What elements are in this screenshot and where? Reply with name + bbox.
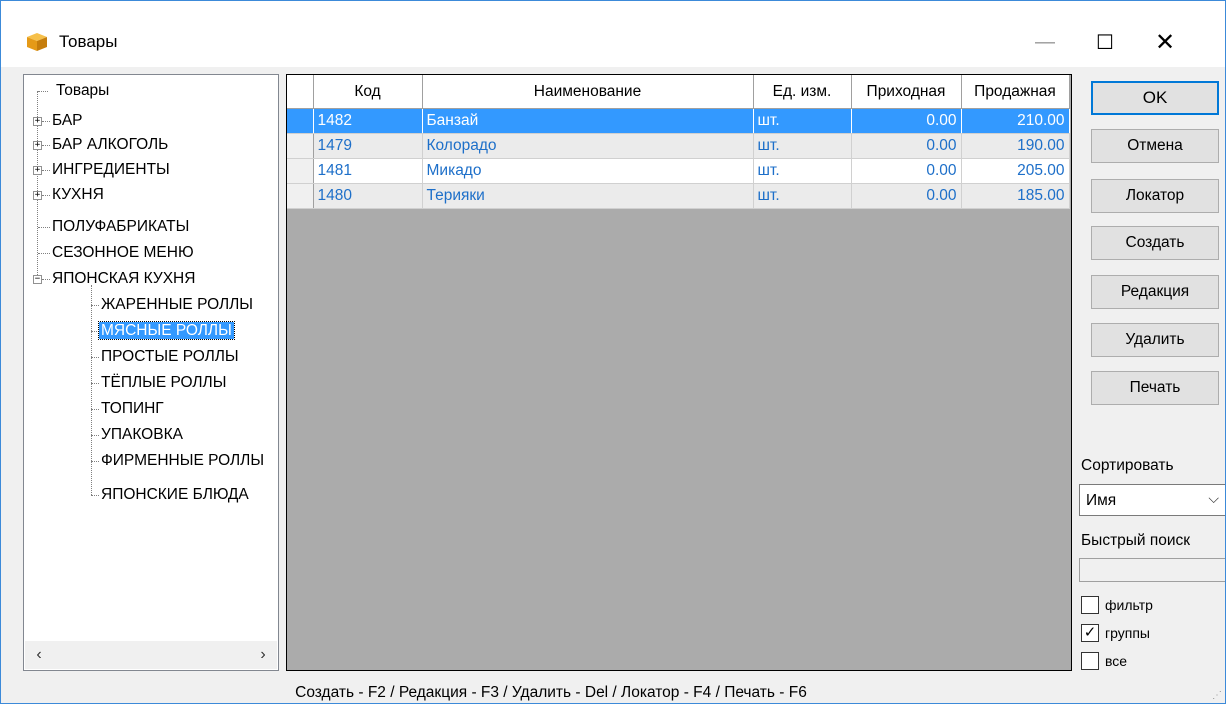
filter-checkbox-label: фильтр <box>1105 597 1153 613</box>
create-button[interactable]: Создать <box>1091 226 1219 260</box>
sort-label: Сортировать <box>1081 457 1174 474</box>
column-header-code[interactable]: Код <box>313 75 423 109</box>
cell-sale-price[interactable]: 210.00 <box>961 108 1070 134</box>
table-row[interactable]: 1482 Банзай шт. 0.00 210.00 <box>287 108 1070 134</box>
cell-in-price[interactable]: 0.00 <box>851 158 962 184</box>
row-selector[interactable] <box>287 158 314 184</box>
cell-in-price[interactable]: 0.00 <box>851 133 962 159</box>
row-selector[interactable] <box>287 108 314 134</box>
tree-horizontal-scrollbar[interactable]: ‹ › <box>25 641 277 669</box>
products-window: Товары — ☐ ✕ Товары + БАР + БАР АЛКОГОЛЬ… <box>0 0 1226 704</box>
tree-item-japanese-dishes[interactable]: ЯПОНСКИЕ БЛЮДА <box>99 483 251 507</box>
column-header-unit[interactable]: Ед. изм. <box>753 75 852 109</box>
tree-item-ingredients[interactable]: ИНГРЕДИЕНТЫ <box>50 158 172 182</box>
tree-item-japanese-kitchen[interactable]: ЯПОНСКАЯ КУХНЯ <box>50 267 197 291</box>
tree-item-fried-rolls[interactable]: ЖАРЕННЫЕ РОЛЛЫ <box>99 293 255 317</box>
tree-item-signature-rolls[interactable]: ФИРМЕННЫЕ РОЛЛЫ <box>99 449 266 473</box>
collapse-icon[interactable]: − <box>33 275 42 284</box>
groups-checkbox-label: группы <box>1105 625 1150 641</box>
tree-item-meat-rolls[interactable]: МЯСНЫЕ РОЛЛЫ <box>98 319 235 343</box>
expand-icon[interactable]: + <box>33 191 42 200</box>
tree-item-simple-rolls[interactable]: ПРОСТЫЕ РОЛЛЫ <box>99 345 241 369</box>
expand-icon[interactable]: + <box>33 141 42 150</box>
title-bar: Товары — ☐ ✕ <box>1 1 1225 67</box>
cell-name[interactable]: Микадо <box>422 158 754 184</box>
category-tree[interactable]: Товары + БАР + БАР АЛКОГОЛЬ + ИНГРЕДИЕНТ… <box>23 74 279 671</box>
tree-item-packaging[interactable]: УПАКОВКА <box>99 423 185 447</box>
cell-in-price[interactable]: 0.00 <box>851 108 962 134</box>
expand-icon[interactable]: + <box>33 166 42 175</box>
tree-root[interactable]: Товары <box>54 79 111 103</box>
tree-item-warm-rolls[interactable]: ТЁПЛЫЕ РОЛЛЫ <box>99 371 228 395</box>
cell-name[interactable]: Банзай <box>422 108 754 134</box>
scroll-right-icon[interactable]: › <box>251 643 275 667</box>
groups-checkbox[interactable]: ✓ <box>1081 624 1099 642</box>
cell-code[interactable]: 1481 <box>313 158 423 184</box>
chevron-down-icon[interactable]: ⌵ <box>1208 490 1219 507</box>
print-button[interactable]: Печать <box>1091 371 1219 405</box>
cell-sale-price[interactable]: 185.00 <box>961 183 1070 209</box>
cell-unit[interactable]: шт. <box>753 133 852 159</box>
cell-code[interactable]: 1482 <box>313 108 423 134</box>
expand-icon[interactable]: + <box>33 117 42 126</box>
filter-checkbox[interactable] <box>1081 596 1099 614</box>
tree-item-seasonal-menu[interactable]: СЕЗОННОЕ МЕНЮ <box>50 241 196 265</box>
cell-name[interactable]: Колорадо <box>422 133 754 159</box>
tree-item-kitchen[interactable]: КУХНЯ <box>50 183 106 207</box>
grid-header-row: Код Наименование Ед. изм. Приходная Прод… <box>287 75 1070 109</box>
row-header-corner <box>287 75 314 109</box>
close-button[interactable]: ✕ <box>1141 19 1189 65</box>
box-icon <box>27 33 47 51</box>
maximize-button[interactable]: ☐ <box>1081 19 1129 65</box>
quick-search-label: Быстрый поиск <box>1081 532 1191 549</box>
cell-in-price[interactable]: 0.00 <box>851 183 962 209</box>
locator-button[interactable]: Локатор <box>1091 179 1219 213</box>
cell-unit[interactable]: шт. <box>753 183 852 209</box>
cell-code[interactable]: 1479 <box>313 133 423 159</box>
all-checkbox[interactable] <box>1081 652 1099 670</box>
resize-grip-icon[interactable]: ⋰ <box>1212 690 1222 701</box>
tree-item-bar[interactable]: БАР <box>50 109 85 133</box>
delete-button[interactable]: Удалить <box>1091 323 1219 357</box>
column-header-name[interactable]: Наименование <box>422 75 754 109</box>
cell-name[interactable]: Терияки <box>422 183 754 209</box>
quick-search-input[interactable] <box>1079 558 1225 582</box>
tree-item-bar-alcohol[interactable]: БАР АЛКОГОЛЬ <box>50 133 170 157</box>
sort-select[interactable]: Имя ⌵ <box>1079 484 1225 516</box>
status-bar-hotkeys: Создать - F2 / Редакция - F3 / Удалить -… <box>295 684 807 701</box>
sort-selected-value: Имя <box>1086 492 1117 509</box>
cancel-button[interactable]: Отмена <box>1091 129 1219 163</box>
cell-sale-price[interactable]: 190.00 <box>961 133 1070 159</box>
cell-unit[interactable]: шт. <box>753 108 852 134</box>
table-row[interactable]: 1481 Микадо шт. 0.00 205.00 <box>287 158 1070 184</box>
window-title: Товары <box>59 32 118 51</box>
minimize-button[interactable]: — <box>1021 19 1069 65</box>
scroll-left-icon[interactable]: ‹ <box>27 643 51 667</box>
ok-button[interactable]: OK <box>1091 81 1219 115</box>
table-row[interactable]: 1480 Терияки шт. 0.00 185.00 <box>287 183 1070 209</box>
column-header-in-price[interactable]: Приходная <box>851 75 962 109</box>
column-header-sale-price[interactable]: Продажная <box>961 75 1070 109</box>
tree-item-semi-finished[interactable]: ПОЛУФАБРИКАТЫ <box>50 215 191 239</box>
edit-button[interactable]: Редакция <box>1091 275 1219 309</box>
cell-unit[interactable]: шт. <box>753 158 852 184</box>
tree-item-topping[interactable]: ТОПИНГ <box>99 397 166 421</box>
products-grid[interactable]: Код Наименование Ед. изм. Приходная Прод… <box>286 74 1072 671</box>
cell-sale-price[interactable]: 205.00 <box>961 158 1070 184</box>
row-selector[interactable] <box>287 133 314 159</box>
all-checkbox-label: все <box>1105 653 1128 669</box>
cell-code[interactable]: 1480 <box>313 183 423 209</box>
table-row[interactable]: 1479 Колорадо шт. 0.00 190.00 <box>287 133 1070 159</box>
row-selector[interactable] <box>287 183 314 209</box>
